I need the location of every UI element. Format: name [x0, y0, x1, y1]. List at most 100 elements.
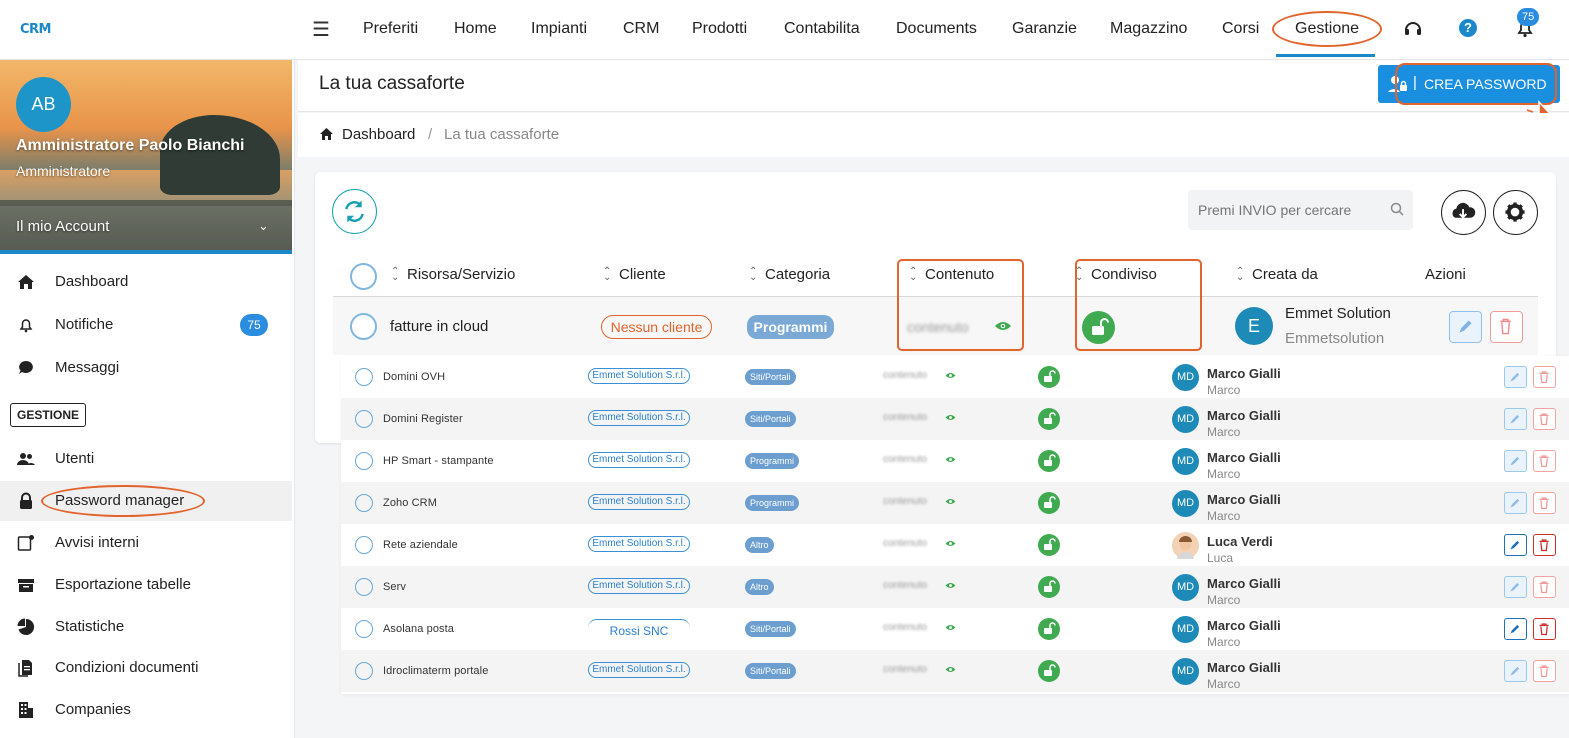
breadcrumb: Dashboard / La tua cassaforte	[298, 113, 1569, 157]
eye-icon[interactable]	[945, 623, 956, 632]
menu-toggle-icon[interactable]: ☰	[312, 18, 330, 42]
column-header-risorsa[interactable]: ⌃ ⌄ Risorsa/Servizio	[391, 266, 515, 283]
lock-icon	[20, 492, 32, 509]
nav-item-corsi[interactable]: Corsi	[1222, 20, 1259, 38]
nav-item-magazzino[interactable]: Magazzino	[1110, 20, 1187, 38]
edit-button[interactable]	[1504, 618, 1527, 640]
nav-item-prodotti[interactable]: Prodotti	[692, 20, 747, 38]
unlock-icon	[1044, 370, 1056, 382]
chat-icon	[19, 361, 33, 374]
edit-button[interactable]	[1504, 408, 1527, 430]
delete-button[interactable]	[1533, 492, 1556, 514]
column-header-creata-da[interactable]: ⌃ ⌄ Creata da	[1236, 266, 1318, 283]
edit-button[interactable]	[1504, 366, 1527, 388]
delete-button[interactable]	[1490, 311, 1523, 343]
breadcrumb-dashboard-link[interactable]: Dashboard	[342, 126, 415, 143]
delete-button[interactable]	[1533, 660, 1556, 682]
eye-icon[interactable]	[945, 581, 956, 590]
row-checkbox[interactable]	[355, 494, 373, 512]
delete-button[interactable]	[1533, 618, 1556, 640]
edit-button[interactable]	[1449, 311, 1482, 343]
creator-avatar: MD	[1172, 364, 1199, 391]
row-checkbox[interactable]	[355, 536, 373, 554]
edit-button[interactable]	[1504, 576, 1527, 598]
nav-item-documents[interactable]: Documents	[896, 20, 977, 38]
eye-icon[interactable]	[945, 371, 956, 380]
creator-avatar: MD	[1172, 658, 1199, 685]
delete-button[interactable]	[1533, 408, 1556, 430]
search-input[interactable]	[1188, 190, 1413, 230]
table-row[interactable]: HP Smart - stampante Emmet Solution S.r.l…	[341, 440, 1569, 482]
nav-item-crm[interactable]: CRM	[623, 20, 659, 38]
shared-status	[1038, 660, 1060, 682]
eye-icon[interactable]	[945, 455, 956, 464]
sidebar-item-avvisi-interni[interactable]: Avvisi interni	[0, 523, 292, 563]
nav-item-garanzie[interactable]: Garanzie	[1012, 20, 1077, 38]
pen-icon	[1510, 582, 1520, 592]
nav-item-impianti[interactable]: Impianti	[531, 20, 587, 38]
breadcrumb-separator: /	[428, 126, 433, 143]
delete-button[interactable]	[1533, 534, 1556, 556]
row-checkbox[interactable]	[355, 368, 373, 386]
row-checkbox[interactable]	[355, 620, 373, 638]
sidebar-item-messaggi[interactable]: Messaggi	[0, 348, 292, 388]
user-avatar[interactable]: AB	[16, 77, 71, 132]
pen-icon	[1510, 624, 1520, 634]
table-row[interactable]: Rete aziendale Emmet Solution S.r.l. Altro…	[341, 524, 1569, 566]
row-checkbox[interactable]	[355, 410, 373, 428]
nav-item-preferiti[interactable]: Preferiti	[363, 20, 418, 38]
nav-item-home[interactable]: Home	[454, 20, 497, 38]
settings-button[interactable]	[1493, 190, 1538, 235]
nav-item-contabilita[interactable]: Contabilita	[784, 20, 860, 38]
client-badge: Emmet Solution S.r.l.	[588, 494, 690, 510]
column-header-categoria[interactable]: ⌃ ⌄ Categoria	[749, 266, 830, 283]
shared-status	[1038, 534, 1060, 556]
refresh-button[interactable]	[332, 189, 377, 234]
table-row[interactable]: Domini OVH Emmet Solution S.r.l. Siti/Port…	[341, 356, 1569, 398]
sidebar-item-condizioni-documenti[interactable]: Condizioni documenti	[0, 648, 292, 688]
help-icon[interactable]: ?	[1459, 19, 1477, 37]
edit-button[interactable]	[1504, 492, 1527, 514]
app-logo[interactable]: CRM	[20, 22, 52, 37]
unlock-icon	[1044, 580, 1056, 592]
search-icon[interactable]	[1390, 202, 1404, 216]
shared-status	[1038, 408, 1060, 430]
download-button[interactable]	[1441, 190, 1486, 235]
edit-button[interactable]	[1504, 534, 1527, 556]
sidebar-item-dashboard[interactable]: Dashboard	[0, 262, 292, 302]
password-list-overlay: Domini OVH Emmet Solution S.r.l. Siti/Port…	[341, 356, 1569, 694]
row-checkbox[interactable]	[355, 578, 373, 596]
table-row[interactable]: Asolana posta Rossi SNC Siti/Portali conten…	[341, 608, 1569, 650]
trash-icon	[1539, 497, 1549, 510]
select-all-checkbox[interactable]	[350, 263, 377, 290]
creator-username: Marco	[1207, 383, 1241, 397]
delete-button[interactable]	[1533, 450, 1556, 472]
row-checkbox[interactable]	[350, 313, 377, 340]
delete-button[interactable]	[1533, 366, 1556, 388]
row-checkbox[interactable]	[355, 452, 373, 470]
delete-button[interactable]	[1533, 576, 1556, 598]
table-row[interactable]: Serv Emmet Solution S.r.l. Altro contenuto M…	[341, 566, 1569, 608]
edit-button[interactable]	[1504, 450, 1527, 472]
sidebar-item-esportazione[interactable]: Esportazione tabelle	[0, 565, 292, 605]
sidebar-item-statistiche[interactable]: Statistiche	[0, 607, 292, 647]
eye-icon[interactable]	[945, 539, 956, 548]
headset-icon[interactable]	[1402, 18, 1424, 40]
eye-icon[interactable]	[945, 413, 956, 422]
creator-avatar-photo	[1172, 532, 1199, 559]
column-header-cliente[interactable]: ⌃ ⌄ Cliente	[603, 266, 666, 283]
edit-button[interactable]	[1504, 660, 1527, 682]
row-checkbox[interactable]	[355, 662, 373, 680]
table-row[interactable]: Idroclimaterm portale Emmet Solution S.r.…	[341, 650, 1569, 692]
sidebar-item-notifiche[interactable]: Notifiche 75	[0, 305, 292, 345]
table-row[interactable]: Domini Register Emmet Solution S.r.l. Siti…	[341, 398, 1569, 440]
profile-banner: AB Amministratore Paolo Bianchi Amminist…	[0, 60, 292, 254]
eye-icon[interactable]	[945, 497, 956, 506]
sidebar-item-utenti[interactable]: Utenti	[0, 439, 292, 479]
eye-icon[interactable]	[945, 665, 956, 674]
sidebar-item-companies[interactable]: Companies	[0, 690, 292, 730]
gear-icon	[1505, 202, 1525, 222]
content-hidden: contenuto	[883, 370, 927, 381]
table-row[interactable]: Zoho CRM Emmet Solution S.r.l. Programmi co…	[341, 482, 1569, 524]
account-menu-toggle[interactable]: Il mio Account ⌄	[0, 206, 292, 250]
